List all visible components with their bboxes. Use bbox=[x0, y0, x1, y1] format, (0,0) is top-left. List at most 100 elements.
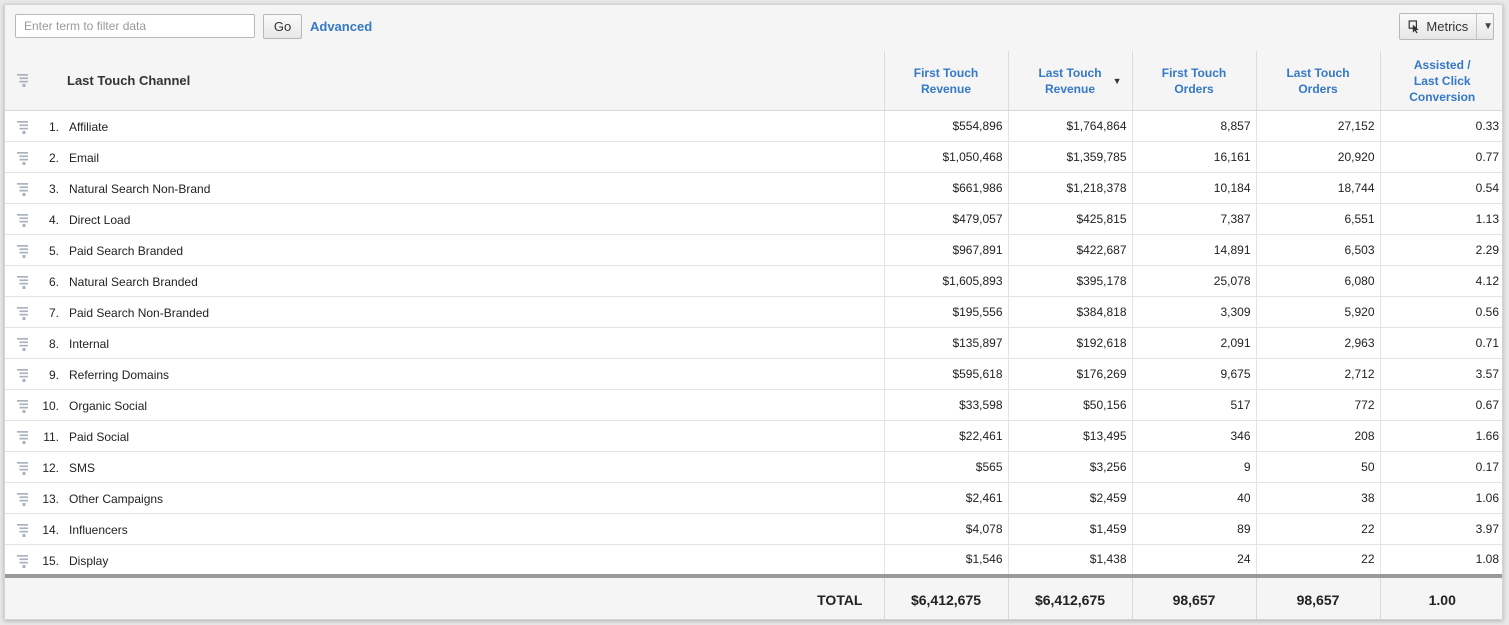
total-first-touch-orders: 98,657 bbox=[1131, 573, 1256, 619]
row-number: 15. bbox=[42, 554, 59, 568]
cell-last-touch-revenue: $50,156 bbox=[1007, 389, 1132, 421]
breakdown-icon[interactable] bbox=[16, 213, 30, 230]
cell-last-touch-revenue: $176,269 bbox=[1007, 358, 1132, 390]
breakdown-icon[interactable] bbox=[16, 275, 30, 292]
column-header-last-touch-orders[interactable]: Last Touch Orders bbox=[1255, 51, 1380, 111]
breakdown-icon[interactable] bbox=[16, 523, 30, 540]
cell-assisted-conversion: 0.67 bbox=[1379, 389, 1502, 421]
row-dimension-cell: 10. Organic Social bbox=[5, 389, 884, 421]
total-first-touch-revenue: $6,412,675 bbox=[883, 573, 1008, 619]
breakdown-icon[interactable] bbox=[16, 182, 30, 199]
column-header-first-touch-orders[interactable]: First Touch Orders bbox=[1131, 51, 1256, 111]
cell-last-touch-revenue: $1,438 bbox=[1007, 544, 1132, 576]
row-channel-name[interactable]: Natural Search Branded bbox=[69, 275, 198, 289]
cell-first-touch-orders: 7,387 bbox=[1131, 203, 1256, 235]
column-header-text: Revenue bbox=[920, 81, 972, 96]
row-channel-name[interactable]: Direct Load bbox=[69, 213, 130, 227]
cell-last-touch-orders: 50 bbox=[1255, 451, 1380, 483]
breakdown-icon[interactable] bbox=[16, 430, 30, 447]
table-body: 1. Affiliate $554,896 $1,764,864 8,857 27,152… bbox=[5, 110, 1502, 576]
breakdown-icon[interactable] bbox=[16, 244, 30, 261]
table-row[interactable]: 14. Influencers $4,078 $1,459 89 22 3.97 bbox=[5, 513, 1502, 545]
row-channel-name[interactable]: SMS bbox=[69, 461, 95, 475]
table-row[interactable]: 10. Organic Social $33,598 $50,156 517 772 0.6… bbox=[5, 389, 1502, 421]
row-dimension-cell: 1. Affiliate bbox=[5, 110, 884, 142]
table-row[interactable]: 4. Direct Load $479,057 $425,815 7,387 6,551 1… bbox=[5, 203, 1502, 235]
cell-last-touch-revenue: $395,178 bbox=[1007, 265, 1132, 297]
row-channel-name[interactable]: Influencers bbox=[69, 523, 128, 537]
row-channel-name[interactable]: Natural Search Non-Brand bbox=[69, 182, 210, 196]
cell-assisted-conversion: 0.71 bbox=[1379, 327, 1502, 359]
cell-last-touch-orders: 22 bbox=[1255, 544, 1380, 576]
cell-assisted-conversion: 2.29 bbox=[1379, 234, 1502, 266]
metrics-button[interactable]: Metrics ▼ bbox=[1399, 13, 1494, 40]
dimension-header-label: Last Touch Channel bbox=[67, 73, 191, 88]
column-header-assisted-conversion[interactable]: Assisted / Last Click Conversion bbox=[1379, 51, 1502, 111]
breakdown-icon[interactable] bbox=[16, 461, 30, 478]
table-row[interactable]: 5. Paid Search Branded $967,891 $422,687 14,… bbox=[5, 234, 1502, 266]
table-row[interactable]: 11. Paid Social $22,461 $13,495 346 208 1.66 bbox=[5, 420, 1502, 452]
filter-input[interactable] bbox=[15, 14, 255, 38]
total-label: TOTAL bbox=[5, 573, 884, 619]
row-channel-name[interactable]: Paid Social bbox=[69, 430, 129, 444]
cell-assisted-conversion: 1.13 bbox=[1379, 203, 1502, 235]
table-header: Last Touch Channel First Touch Revenue Last… bbox=[5, 51, 1502, 111]
row-dimension-cell: 7. Paid Search Non-Branded bbox=[5, 296, 884, 328]
cell-first-touch-revenue: $22,461 bbox=[883, 420, 1008, 452]
cell-last-touch-revenue: $422,687 bbox=[1007, 234, 1132, 266]
dimension-header: Last Touch Channel bbox=[5, 51, 884, 111]
cell-last-touch-revenue: $3,256 bbox=[1007, 451, 1132, 483]
cursor-select-icon bbox=[1408, 19, 1419, 33]
cell-last-touch-orders: 6,551 bbox=[1255, 203, 1380, 235]
table-row[interactable]: 9. Referring Domains $595,618 $176,269 9,675… bbox=[5, 358, 1502, 390]
cell-last-touch-revenue: $425,815 bbox=[1007, 203, 1132, 235]
column-header-text: Last Touch bbox=[1286, 65, 1350, 80]
cell-first-touch-revenue: $1,605,893 bbox=[883, 265, 1008, 297]
row-number: 10. bbox=[42, 399, 59, 413]
column-header-first-touch-revenue[interactable]: First Touch Revenue bbox=[883, 51, 1008, 111]
breakdown-icon[interactable] bbox=[16, 492, 30, 509]
cell-last-touch-revenue: $1,764,864 bbox=[1007, 110, 1132, 142]
chevron-down-icon[interactable]: ▼ bbox=[1483, 21, 1493, 32]
go-button[interactable]: Go bbox=[263, 14, 302, 39]
table-row[interactable]: 6. Natural Search Branded $1,605,893 $395,1… bbox=[5, 265, 1502, 297]
cell-first-touch-orders: 89 bbox=[1131, 513, 1256, 545]
breakdown-icon[interactable] bbox=[16, 368, 30, 385]
report-panel: Go Advanced Metrics ▼ Last Touch Channel… bbox=[4, 4, 1503, 620]
row-dimension-cell: 15. Display bbox=[5, 544, 884, 576]
row-number: 13. bbox=[42, 492, 59, 506]
table-row[interactable]: 3. Natural Search Non-Brand $661,986 $1,218… bbox=[5, 172, 1502, 204]
row-channel-name[interactable]: Organic Social bbox=[69, 399, 147, 413]
table-row[interactable]: 7. Paid Search Non-Branded $195,556 $384,81… bbox=[5, 296, 1502, 328]
table-row[interactable]: 15. Display $1,546 $1,438 24 22 1.08 bbox=[5, 544, 1502, 576]
table-row[interactable]: 2. Email $1,050,468 $1,359,785 16,161 20,920 0… bbox=[5, 141, 1502, 173]
breakdown-icon[interactable] bbox=[16, 306, 30, 323]
cell-last-touch-revenue: $1,218,378 bbox=[1007, 172, 1132, 204]
row-dimension-cell: 9. Referring Domains bbox=[5, 358, 884, 390]
table-row[interactable]: 13. Other Campaigns $2,461 $2,459 40 38 1.06 bbox=[5, 482, 1502, 514]
row-channel-name[interactable]: Paid Search Branded bbox=[69, 244, 183, 258]
column-header-text: First Touch bbox=[1161, 65, 1227, 80]
row-channel-name[interactable]: Email bbox=[69, 151, 99, 165]
total-assisted-conversion: 1.00 bbox=[1379, 573, 1502, 619]
row-channel-name[interactable]: Other Campaigns bbox=[69, 492, 163, 506]
breakdown-icon[interactable] bbox=[16, 337, 30, 354]
table-row[interactable]: 12. SMS $565 $3,256 9 50 0.17 bbox=[5, 451, 1502, 483]
row-number: 8. bbox=[48, 337, 59, 351]
breakdown-icon[interactable] bbox=[16, 73, 30, 91]
column-header-last-touch-revenue[interactable]: Last Touch Revenue ▼ bbox=[1007, 51, 1132, 111]
breakdown-icon[interactable] bbox=[16, 120, 30, 137]
row-channel-name[interactable]: Display bbox=[69, 554, 108, 568]
table-row[interactable]: 8. Internal $135,897 $192,618 2,091 2,963 0.71 bbox=[5, 327, 1502, 359]
table-row[interactable]: 1. Affiliate $554,896 $1,764,864 8,857 27,152… bbox=[5, 110, 1502, 142]
breakdown-icon[interactable] bbox=[16, 554, 30, 571]
row-channel-name[interactable]: Internal bbox=[69, 337, 109, 351]
advanced-link[interactable]: Advanced bbox=[310, 19, 372, 34]
row-channel-name[interactable]: Paid Search Non-Branded bbox=[69, 306, 209, 320]
breakdown-icon[interactable] bbox=[16, 399, 30, 416]
breakdown-icon[interactable] bbox=[16, 151, 30, 168]
row-dimension-cell: 12. SMS bbox=[5, 451, 884, 483]
sort-descending-icon[interactable]: ▼ bbox=[1113, 73, 1122, 89]
row-channel-name[interactable]: Referring Domains bbox=[69, 368, 169, 382]
row-channel-name[interactable]: Affiliate bbox=[69, 120, 108, 134]
